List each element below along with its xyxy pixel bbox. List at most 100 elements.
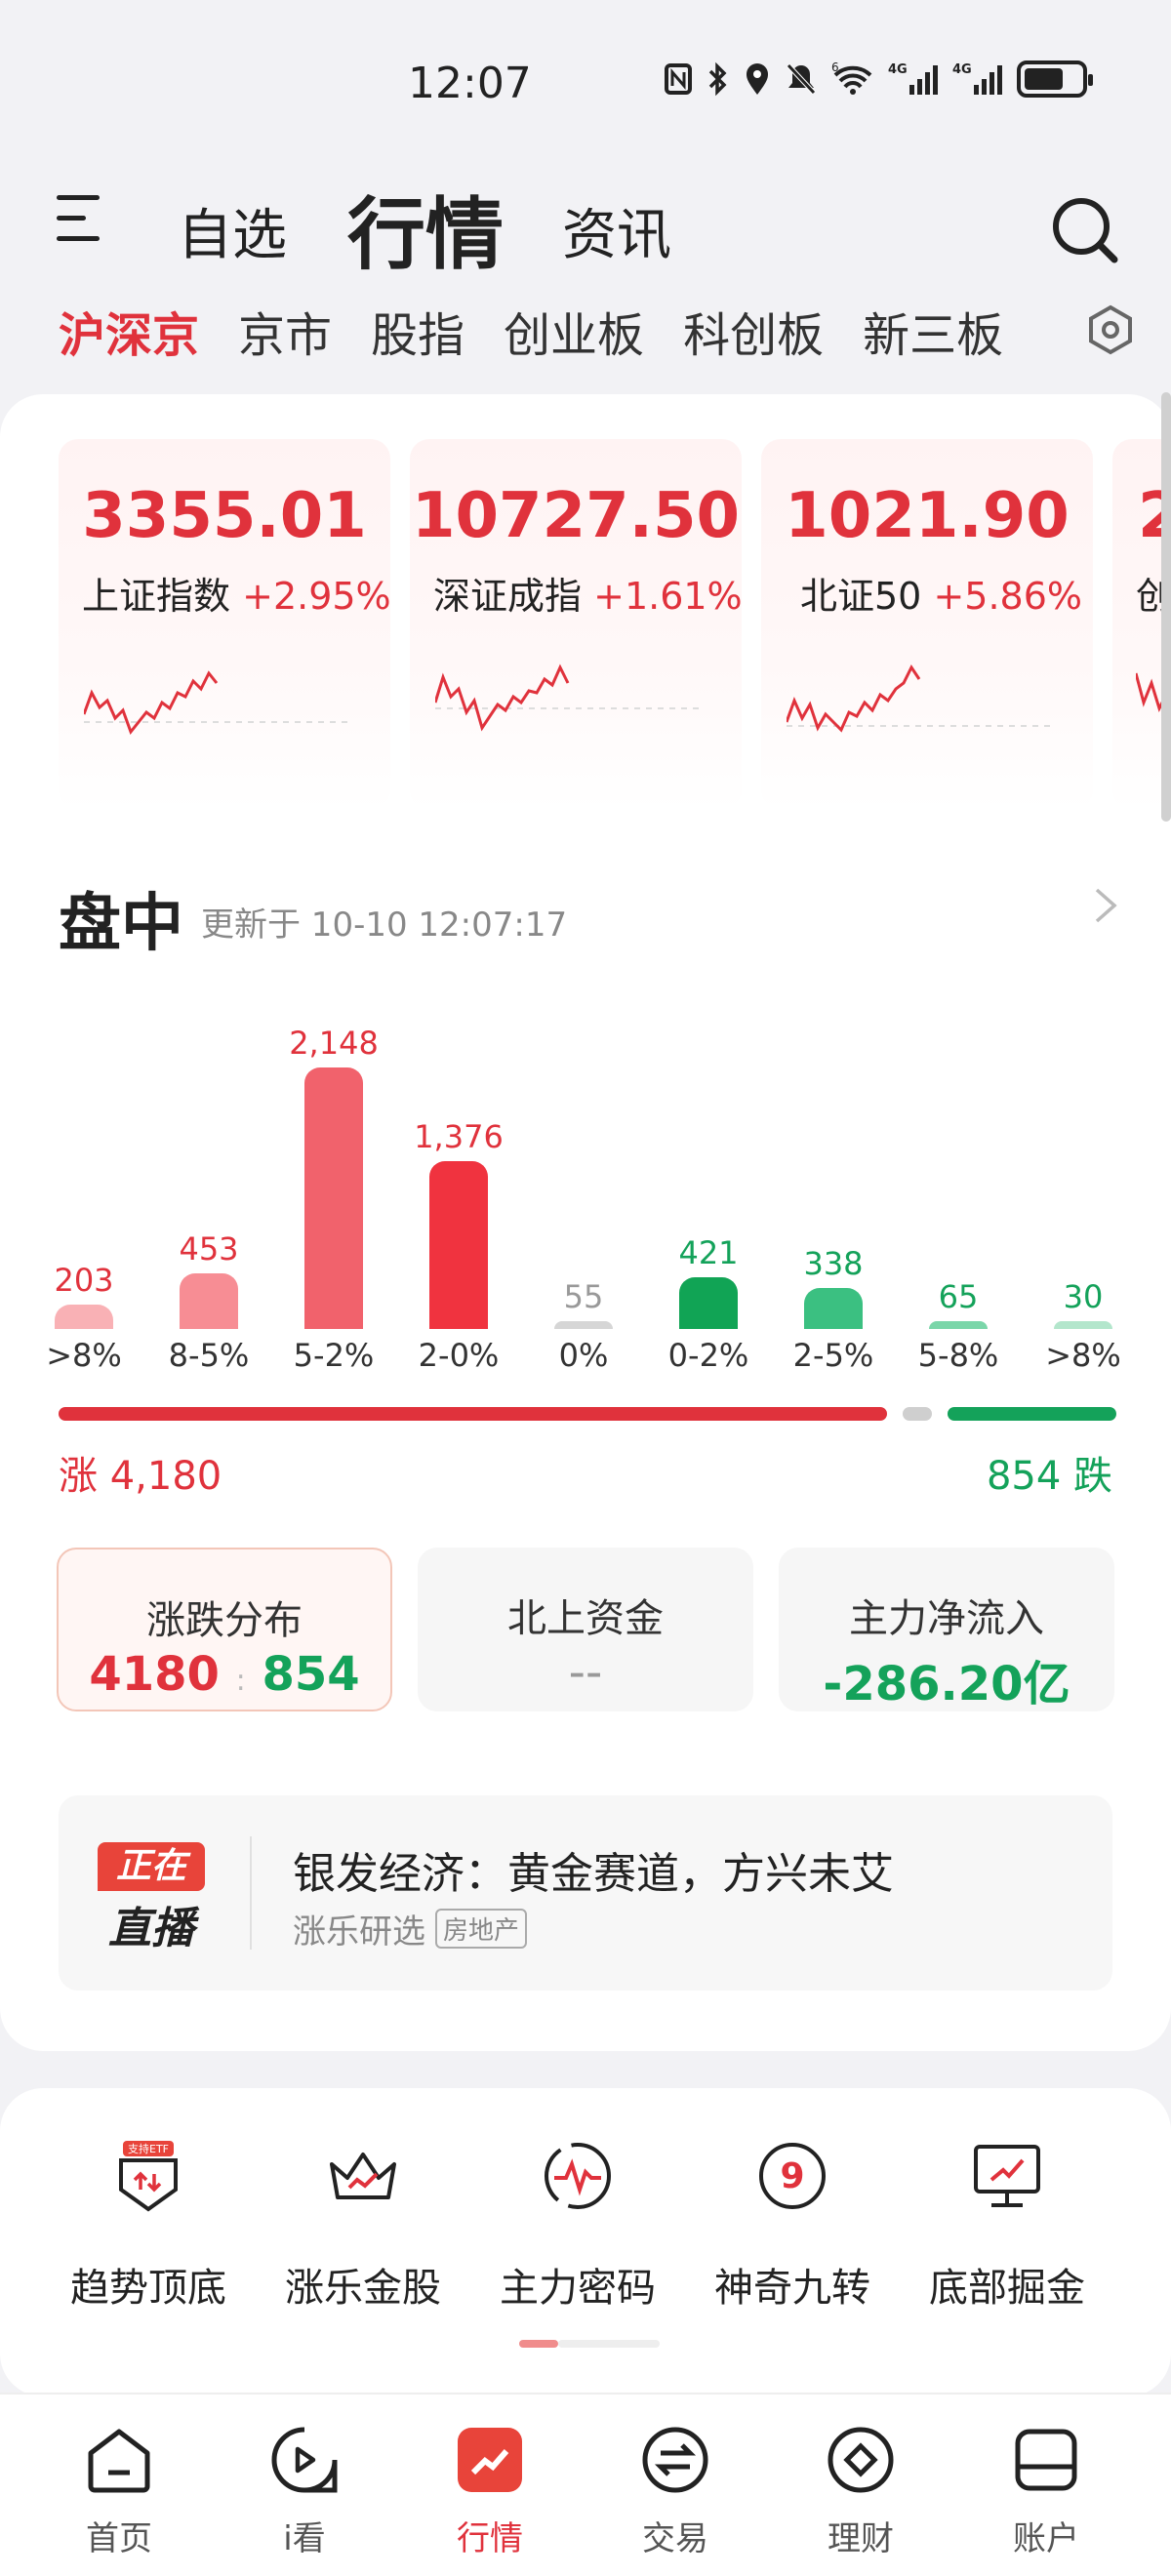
up-ratio-bar: [59, 1407, 887, 1421]
svg-text:4G: 4G: [888, 62, 908, 77]
live-source: 涨乐研选: [293, 1912, 425, 1952]
index-sparkline: [435, 664, 699, 732]
stat-down-value: 854: [262, 1647, 360, 1702]
chart-category-label: 8-5%: [168, 1337, 250, 1374]
nav-trade[interactable]: 交易: [597, 2424, 753, 2559]
stat-label: 主力净流入: [849, 1596, 1044, 1641]
down-count-label: 854 跌: [986, 1454, 1112, 1499]
chart-category-label: 0%: [558, 1337, 609, 1374]
chevron-right-icon[interactable]: [1091, 886, 1120, 925]
index-card-sz[interactable]: 10727.50 深证成指 +1.61%: [410, 439, 743, 810]
chart-value-label: 30: [1063, 1278, 1104, 1315]
subtab-kechuang[interactable]: 科创板: [683, 297, 824, 365]
chart-bar: [804, 1287, 863, 1329]
live-tag: 房地产: [435, 1909, 528, 1949]
index-value: 3355.01: [82, 480, 367, 552]
etf-badge: 支持ETF: [128, 2142, 169, 2155]
subtab-hushenjing[interactable]: 沪深京: [59, 297, 199, 365]
stat-northbound[interactable]: 北上资金 --: [418, 1548, 753, 1711]
tab-market[interactable]: 行情: [347, 172, 504, 285]
stat-distribution[interactable]: 涨跌分布 4180 : 854: [57, 1548, 392, 1711]
chart-category-label: 2-0%: [418, 1337, 500, 1374]
trade-icon: [642, 2427, 708, 2493]
index-scrollbar[interactable]: [1161, 392, 1171, 822]
chart-value-label: 421: [678, 1234, 739, 1272]
battery-icon: [1017, 60, 1093, 98]
chart-category-label: 5-8%: [917, 1337, 999, 1374]
divider: [250, 1836, 252, 1950]
nav-label: 行情: [457, 2519, 523, 2558]
index-card-bz[interactable]: 1021.90 北证50 +5.86%: [761, 439, 1093, 810]
index-value: 10727.50: [411, 480, 741, 552]
section-title: 盘中: [59, 888, 183, 960]
chart-bar: [304, 1067, 363, 1329]
tool-main-code[interactable]: 主力密码: [480, 2137, 675, 2313]
live-badge-bottom: 直播: [108, 1904, 194, 1953]
market-icon: [458, 2428, 522, 2492]
nfc-icon: [665, 63, 692, 95]
bluetooth-icon: [708, 61, 727, 97]
tab-watchlist[interactable]: 自选: [178, 191, 287, 270]
tool-label: 涨乐金股: [285, 2266, 441, 2311]
chart-category-label: >8%: [46, 1337, 122, 1374]
chart-category-label: >8%: [1045, 1337, 1121, 1374]
tool-gold-stock[interactable]: 涨乐金股: [265, 2137, 461, 2313]
nav-label: i看: [283, 2519, 326, 2558]
flat-ratio-bar: [902, 1407, 932, 1421]
tool-nine-turn[interactable]: 9 神奇九转: [695, 2137, 890, 2313]
down-ratio-bar: [947, 1407, 1116, 1421]
chart-value-label: 65: [938, 1277, 979, 1315]
index-card-sh[interactable]: 3355.01 上证指数 +2.95%: [59, 439, 391, 810]
nav-wealth[interactable]: 理财: [783, 2424, 939, 2559]
status-time: 12:07: [408, 59, 532, 108]
tool-label: 主力密码: [500, 2266, 656, 2311]
nav-home[interactable]: 首页: [41, 2424, 197, 2559]
nav-label: 交易: [642, 2519, 708, 2558]
signal-icon: 4G: [888, 62, 938, 95]
chart-bar: [679, 1277, 738, 1329]
play-icon: [271, 2427, 338, 2493]
chart-bar: [55, 1304, 113, 1329]
live-title: 银发经济：黄金赛道，方兴未艾: [293, 1849, 894, 1899]
update-time: 更新于 10-10 12:07:17: [201, 906, 568, 945]
subtab-jingshi[interactable]: 京市: [238, 297, 332, 365]
subtab-chuangye[interactable]: 创业板: [504, 297, 644, 365]
stat-value: -286.20亿: [823, 1657, 1070, 1711]
live-banner[interactable]: 正在 直播 银发经济：黄金赛道，方兴未艾 涨乐研选 房地产: [59, 1795, 1112, 1991]
pulse-icon: [545, 2143, 611, 2209]
menu-button[interactable]: [57, 195, 100, 246]
subtab-guzhi[interactable]: 股指: [371, 297, 464, 365]
stat-label: 北上资金: [507, 1596, 664, 1641]
index-sparkline: [84, 670, 347, 736]
nav-watch[interactable]: i看: [226, 2424, 383, 2559]
chart-bar: [929, 1320, 988, 1329]
chart-value-label: 338: [803, 1244, 864, 1282]
index-sparkline: [787, 664, 1050, 733]
chart-value-label: 1,376: [414, 1118, 504, 1156]
status-icons: 6 4G 4G: [664, 60, 1093, 98]
settings-icon[interactable]: [1085, 304, 1136, 355]
chart-category-label: 5-2%: [293, 1337, 375, 1374]
stat-up-value: 4180: [89, 1647, 220, 1702]
tool-bottom-gold[interactable]: 底部掘金: [909, 2137, 1105, 2313]
index-change: +1.61%: [593, 575, 743, 618]
stat-value: --: [568, 1645, 603, 1700]
nav-market[interactable]: 行情: [412, 2424, 568, 2559]
index-value: 1021.90: [785, 480, 1070, 552]
tool-trend[interactable]: 支持ETF 趋势顶底: [51, 2137, 246, 2313]
nav-account[interactable]: 账户: [968, 2424, 1124, 2559]
search-icon[interactable]: [1050, 195, 1118, 263]
svg-text:6: 6: [831, 61, 839, 74]
tool-label: 底部掘金: [929, 2266, 1085, 2311]
tab-news[interactable]: 资讯: [562, 191, 671, 270]
stat-mainflow[interactable]: 主力净流入 -286.20亿: [779, 1548, 1114, 1711]
stat-separator: :: [235, 1664, 246, 1698]
subtab-xinsanban[interactable]: 新三板: [863, 297, 1003, 365]
wealth-icon: [828, 2427, 894, 2493]
tools-page-track: [558, 2340, 660, 2348]
index-change: +5.86%: [933, 575, 1083, 618]
nine-icon: 9: [759, 2143, 826, 2209]
mute-icon: [787, 63, 816, 95]
account-icon: [1015, 2429, 1077, 2491]
sub-tabs: 沪深京 京市 股指 创业板 科创板 新三板: [59, 297, 1003, 365]
